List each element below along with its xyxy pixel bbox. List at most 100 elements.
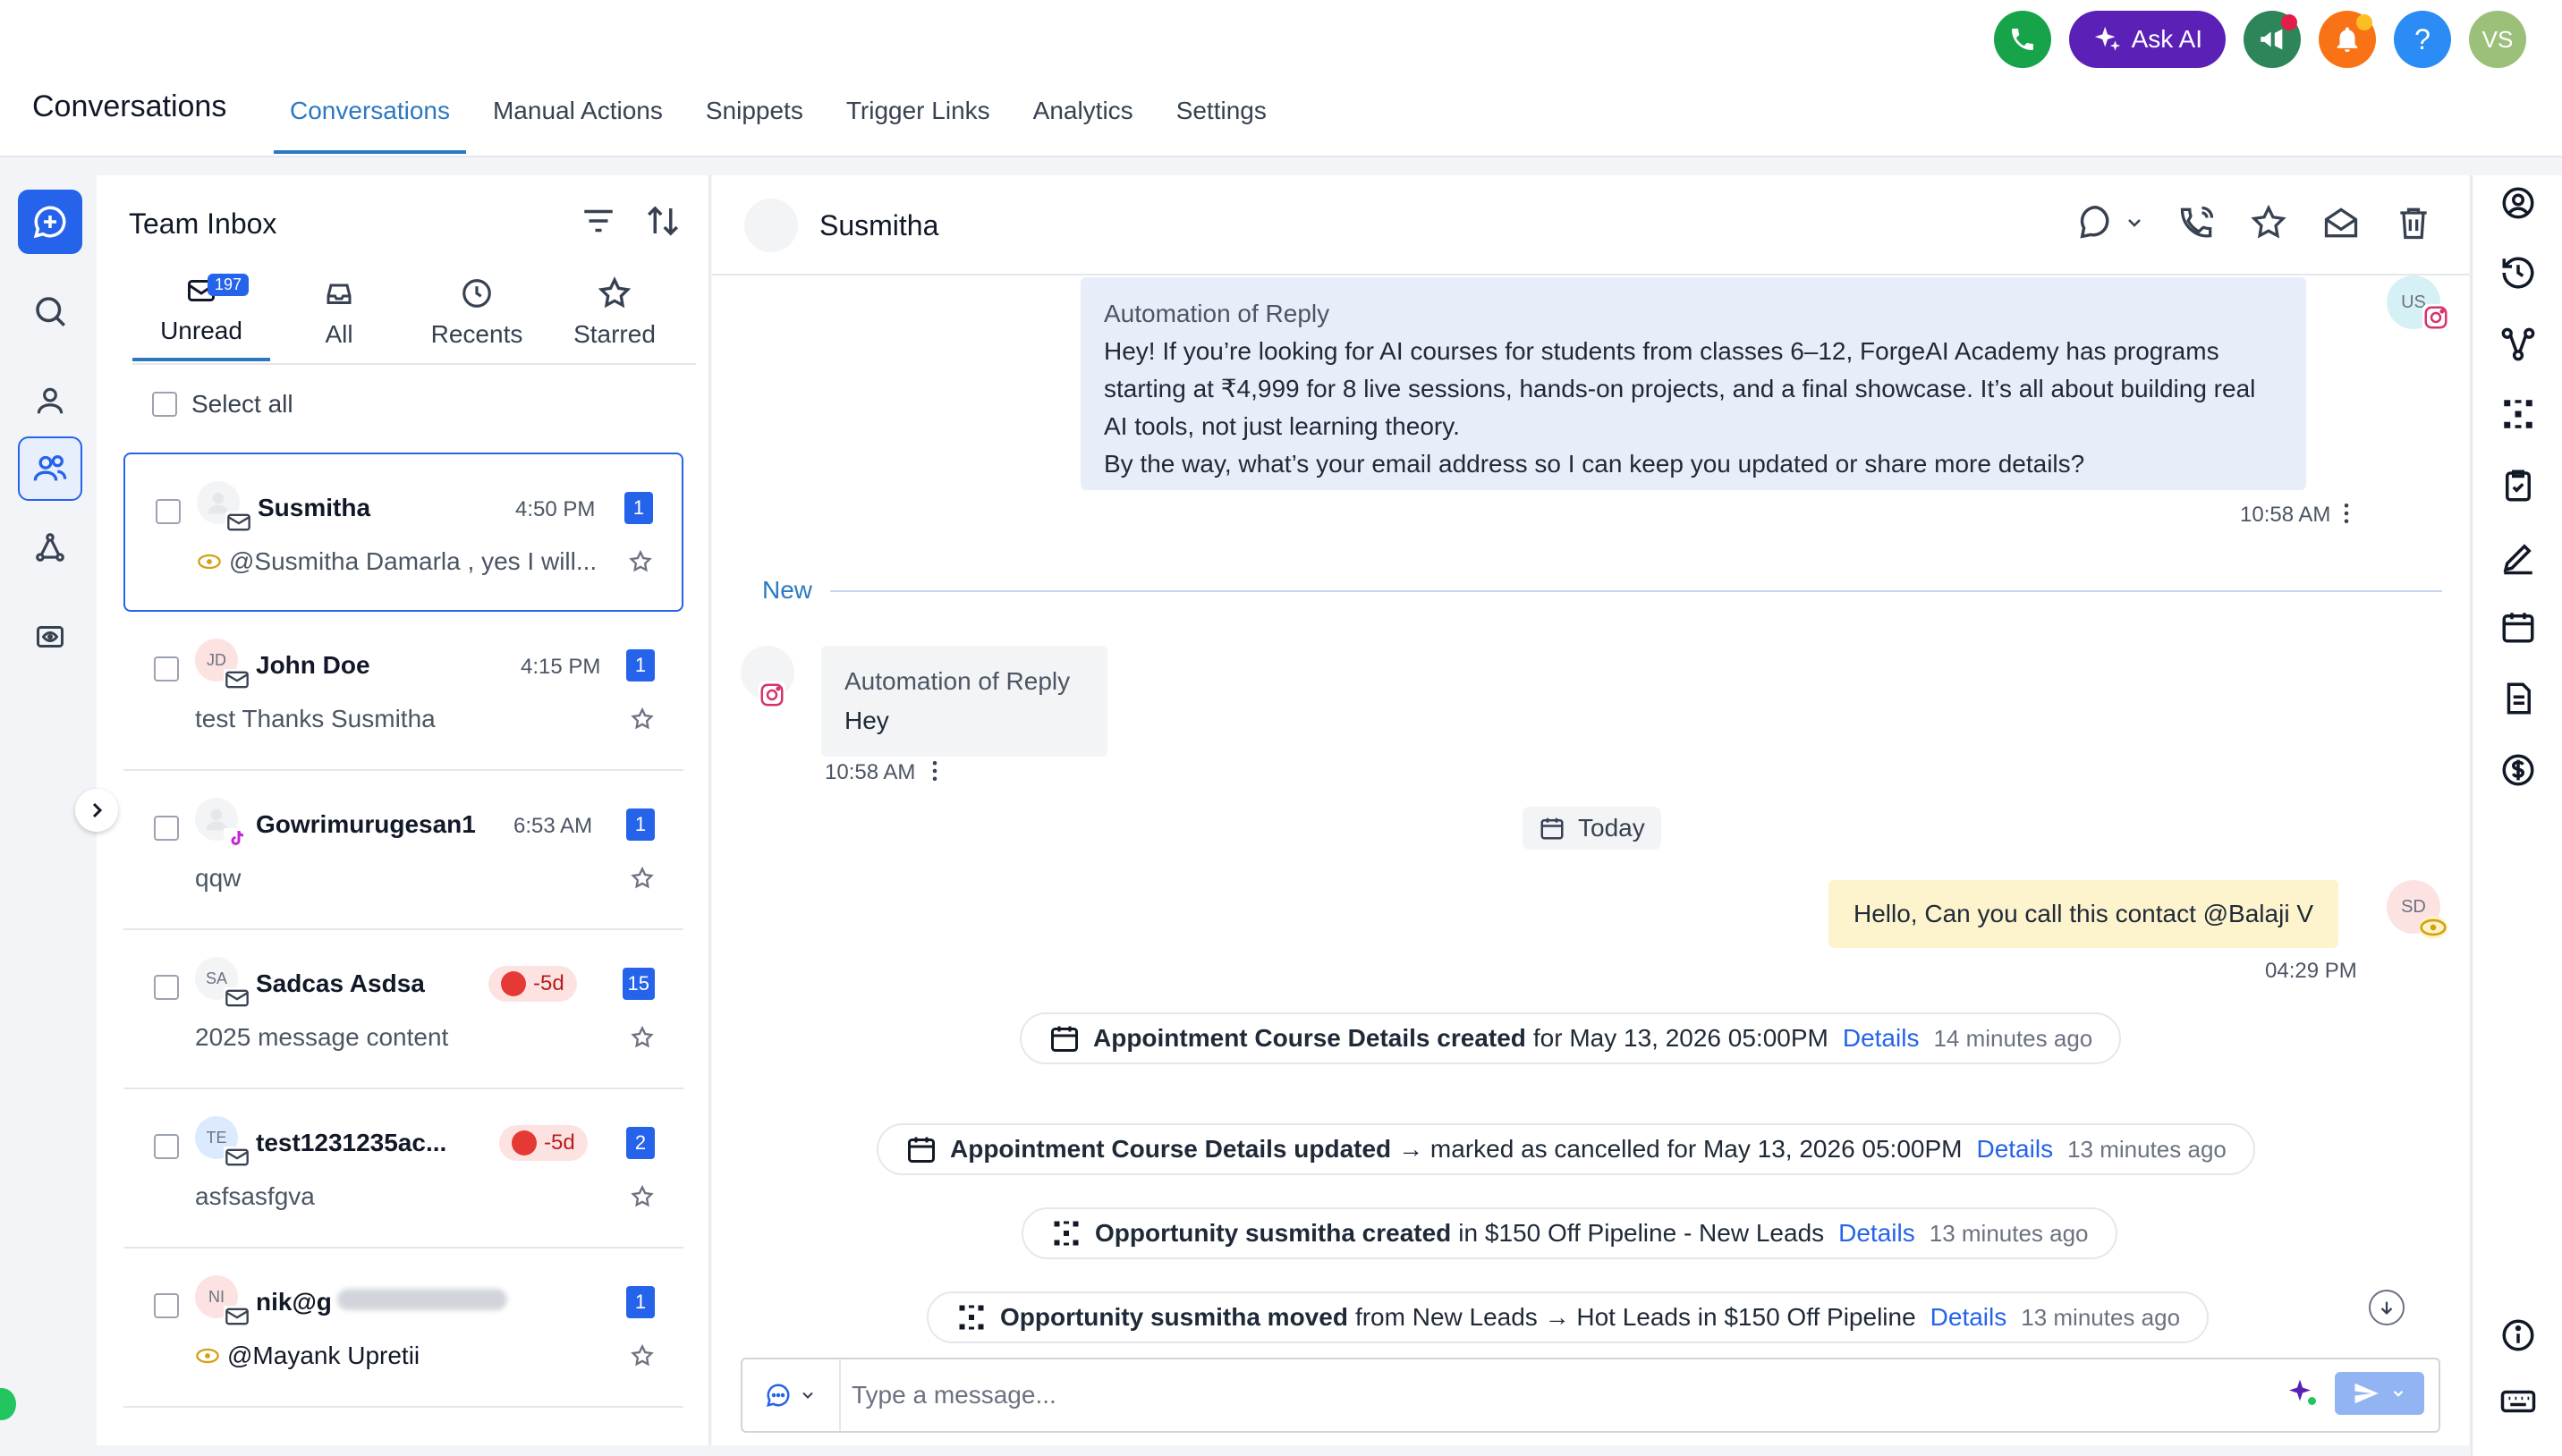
- delete-button[interactable]: [2394, 203, 2433, 242]
- tab-trigger-links[interactable]: Trigger Links: [830, 88, 1006, 154]
- star-button[interactable]: [630, 866, 655, 895]
- activity-details-link[interactable]: Details: [1838, 1219, 1915, 1248]
- tab-snippets[interactable]: Snippets: [690, 88, 819, 154]
- conversation-checkbox[interactable]: [156, 499, 181, 524]
- message-menu-button[interactable]: [930, 758, 939, 788]
- channel-selector[interactable]: [742, 1359, 841, 1431]
- star-conversation-button[interactable]: [2249, 203, 2288, 242]
- conversation-item[interactable]: JD John Doe 4:15 PM 1 test Thanks Susmit…: [123, 612, 683, 771]
- message-input[interactable]: [852, 1372, 2193, 1418]
- user-circle-icon: [2502, 187, 2534, 219]
- rail-workflows[interactable]: [18, 515, 82, 580]
- filter-tab-unread[interactable]: 197 Unread: [132, 274, 270, 361]
- rail-contacts[interactable]: [18, 368, 82, 433]
- send-button[interactable]: [2335, 1372, 2424, 1415]
- conversation-item[interactable]: TE test1231235ac... -5d 2 asfsasfgva: [123, 1089, 683, 1249]
- rail-contact-details[interactable]: [2498, 182, 2539, 224]
- assign-button[interactable]: [2075, 202, 2145, 243]
- message-menu-button[interactable]: [2342, 501, 2351, 530]
- user-avatar[interactable]: VS: [2469, 11, 2526, 68]
- conversation-item[interactable]: SA Sadcas Asdsa -5d 15 2025 message cont…: [123, 930, 683, 1089]
- filter-tab-starred[interactable]: Starred: [546, 274, 683, 361]
- star-button[interactable]: [630, 1184, 655, 1214]
- mark-unread-button[interactable]: [2320, 203, 2362, 242]
- rail-new-chat[interactable]: [18, 190, 82, 254]
- tab-conversations[interactable]: Conversations: [274, 88, 466, 154]
- arrow-down-icon: [2380, 1301, 2393, 1316]
- star-button[interactable]: [630, 707, 655, 736]
- filter-tab-all[interactable]: All: [270, 274, 408, 361]
- ai-assist-button[interactable]: [2286, 1376, 2319, 1412]
- conversation-name: test1231235ac...: [256, 1129, 447, 1156]
- rail-tasks[interactable]: [2498, 465, 2539, 506]
- rail-appointments[interactable]: [2498, 606, 2539, 648]
- conversation-checkbox[interactable]: [154, 656, 179, 681]
- chevron-down-icon: [2128, 219, 2141, 227]
- conversation-item[interactable]: NI nik@g 1 @Mayank Upretii: [123, 1249, 683, 1408]
- message-bubble-incoming: Automation of Reply Hey: [821, 646, 1107, 757]
- phone-button[interactable]: [1993, 11, 2051, 68]
- overdue-badge: -5d: [488, 966, 577, 1002]
- call-button[interactable]: [2177, 203, 2217, 242]
- rail-search[interactable]: [18, 279, 82, 343]
- unread-badge: 1: [626, 1286, 655, 1318]
- star-icon: [631, 1184, 654, 1207]
- conversation-time: 4:50 PM: [515, 497, 596, 521]
- star-icon: [629, 549, 652, 572]
- filter-button[interactable]: [580, 202, 617, 244]
- conversation-checkbox[interactable]: [154, 1293, 179, 1318]
- pipeline-icon: [1054, 1221, 1079, 1246]
- star-button[interactable]: [628, 549, 653, 579]
- tab-manual-actions[interactable]: Manual Actions: [477, 88, 679, 154]
- activity-detail: from New Leads → Hot Leads in $150 Off P…: [1354, 1303, 1916, 1331]
- help-button[interactable]: ?: [2394, 11, 2451, 68]
- activity-details-link[interactable]: Details: [1976, 1135, 2053, 1164]
- star-button[interactable]: [630, 1343, 655, 1373]
- rail-info[interactable]: [2498, 1315, 2539, 1356]
- scroll-to-bottom-button[interactable]: [2369, 1290, 2405, 1325]
- select-all-checkbox[interactable]: [152, 392, 177, 417]
- rail-workflow[interactable]: [2498, 324, 2539, 365]
- rail-payments[interactable]: [2498, 749, 2539, 791]
- pipeline-icon: [959, 1305, 984, 1330]
- activity-details-link[interactable]: Details: [1843, 1024, 1920, 1053]
- conversation-checkbox[interactable]: [154, 816, 179, 841]
- filter-tab-recents[interactable]: Recents: [408, 274, 546, 361]
- conversation-name: Gowrimurugesan1: [256, 810, 476, 838]
- tab-analytics[interactable]: Analytics: [1017, 88, 1150, 154]
- expand-sidebar-button[interactable]: [75, 789, 118, 832]
- star-icon: [631, 1343, 654, 1367]
- announcements-button[interactable]: [2244, 11, 2301, 68]
- avatar: SD: [2387, 880, 2447, 939]
- conversation-checkbox[interactable]: [154, 975, 179, 1000]
- star-button[interactable]: [630, 1025, 655, 1054]
- chat-bubble-icon: [766, 1384, 790, 1408]
- activity-details-link[interactable]: Details: [1930, 1303, 2007, 1332]
- rail-monitor[interactable]: [18, 605, 82, 669]
- rail-team-inbox[interactable]: [18, 436, 82, 501]
- preview-text: qqw: [195, 864, 242, 892]
- conversation-checkbox[interactable]: [154, 1134, 179, 1159]
- rail-notes[interactable]: [2498, 537, 2539, 578]
- instagram-icon: [2422, 304, 2449, 331]
- tab-settings[interactable]: Settings: [1160, 88, 1283, 154]
- notifications-button[interactable]: [2319, 11, 2376, 68]
- rail-documents[interactable]: [2498, 678, 2539, 719]
- star-icon: [631, 1025, 654, 1048]
- avatar: JD: [195, 639, 250, 690]
- avatar: SA: [195, 957, 250, 1009]
- sort-button[interactable]: [644, 202, 682, 244]
- filter-tab-label: Recents: [430, 320, 523, 348]
- email-icon: [225, 1308, 249, 1325]
- ask-ai-button[interactable]: Ask AI: [2068, 11, 2226, 68]
- inbox-panel: Team Inbox 197 Unread All Recents Starre…: [97, 175, 710, 1445]
- message-time: 10:58 AM: [2240, 503, 2331, 527]
- rail-keyboard-shortcuts[interactable]: [2498, 1381, 2539, 1422]
- rail-activity-history[interactable]: [2498, 252, 2539, 293]
- conversation-name: Susmitha: [258, 494, 371, 521]
- rail-opportunities[interactable]: [2498, 394, 2539, 435]
- preview-text: asfsasfgva: [195, 1182, 315, 1210]
- chat-header: Susmitha: [712, 175, 2469, 275]
- conversation-item[interactable]: Susmitha 4:50 PM 1 @Susmitha Damarla , y…: [123, 453, 683, 612]
- conversation-item[interactable]: Gowrimurugesan1 6:53 AM 1 qqw: [123, 771, 683, 930]
